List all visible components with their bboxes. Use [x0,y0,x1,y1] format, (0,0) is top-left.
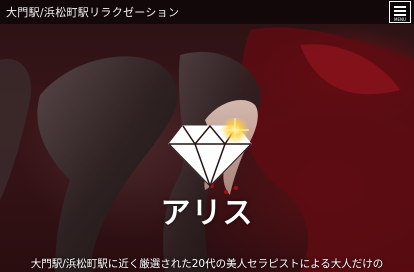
menu-button[interactable]: MENU [389,1,411,23]
menu-label: MENU [394,17,406,22]
site-header: 大門駅/浜松町駅リラクゼーション MENU [0,0,414,24]
site-title[interactable]: 大門駅/浜松町駅リラクゼーション [6,4,179,20]
hero-tagline: 大門駅/浜松町駅に近く厳選された20代の美人セラピストによる大人だけの [30,258,384,270]
brand-name: アリス [160,196,254,231]
hero-banner: アリス 大門駅/浜松町駅に近く厳選された20代の美人セラピストによる大人だけの [0,0,414,272]
hamburger-icon [394,6,406,16]
